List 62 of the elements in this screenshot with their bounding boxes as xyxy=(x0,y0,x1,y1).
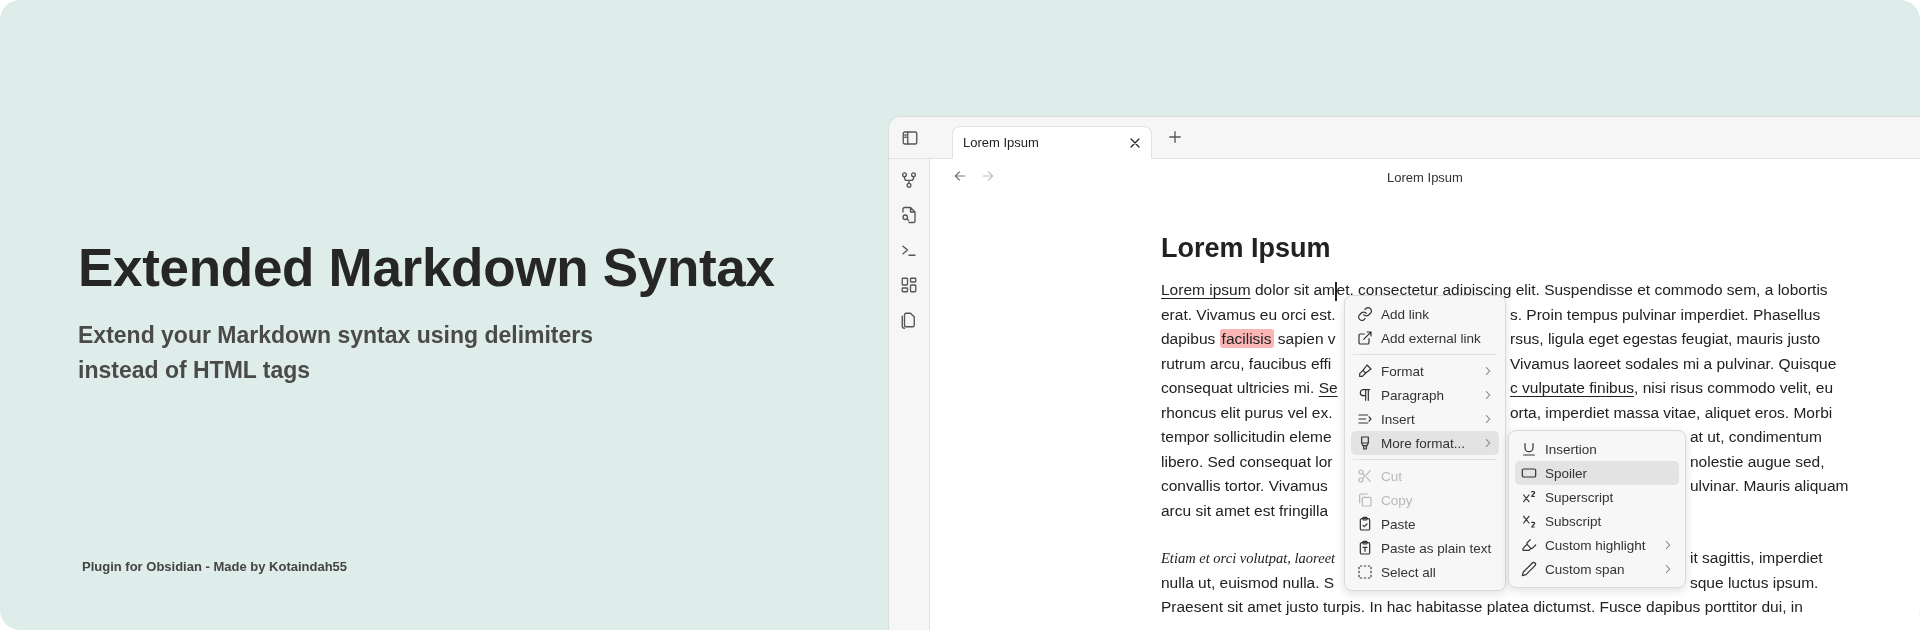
clipboard-check-icon xyxy=(1357,516,1373,533)
pilcrow-icon xyxy=(1357,387,1373,404)
subscript-icon xyxy=(1521,513,1537,530)
copy-icon xyxy=(1357,492,1373,509)
file-search-icon[interactable] xyxy=(900,206,918,224)
body-text: sque luctus ipsum. xyxy=(1690,572,1819,593)
menu-item[interactable]: Custom span xyxy=(1515,557,1679,582)
menu-item[interactable]: Paste as plain text xyxy=(1351,536,1499,561)
body-text: libero. Sed consequat lor xyxy=(1161,451,1333,472)
grid-icon[interactable] xyxy=(900,276,918,294)
highlighter-icon xyxy=(1521,537,1537,554)
body-text: it sagittis, imperdiet xyxy=(1690,548,1823,569)
graph-icon[interactable] xyxy=(900,171,918,189)
body-text: convallis tortor. Vivamus xyxy=(1161,476,1328,497)
menu-item[interactable]: Custom highlight xyxy=(1515,533,1679,558)
body-text: Vivamus laoreet sodales mi a pulvinar. Quisque xyxy=(1510,353,1837,374)
body-text: rutrum arcu, faucibus effi xyxy=(1161,353,1332,374)
body-text: Praesent sit amet justo turpis. In hac habitasse platea dictumst. Fusce dapibus porttitor dui, in xyxy=(1161,597,1803,618)
body-text: c vulputate finibus, nisi risus commodo velit, eu xyxy=(1510,378,1834,399)
plus-icon[interactable] xyxy=(1166,128,1184,146)
brush-icon xyxy=(1357,363,1373,380)
body-text: arcu sit amet est fringilla xyxy=(1161,500,1329,521)
menu-item[interactable]: Superscript xyxy=(1515,485,1679,510)
menu-item[interactable]: Add external link xyxy=(1351,326,1499,351)
copy-icon[interactable] xyxy=(900,311,918,329)
body-text: tempor sollicitudin eleme xyxy=(1161,427,1332,448)
body-text: erat. Vivamus eu orci est. xyxy=(1161,304,1336,325)
menu-item[interactable]: Select all xyxy=(1351,560,1499,585)
clipboard-type-icon xyxy=(1357,540,1373,557)
banner-subtitle: Extend your Markdown syntax using delimiters instead of HTML tags xyxy=(78,320,595,386)
underline-icon xyxy=(1521,441,1537,458)
tab[interactable]: Lorem Ipsum xyxy=(952,126,1152,159)
body-text: consequat ultricies mi. Se xyxy=(1161,378,1338,399)
link-icon xyxy=(1357,306,1373,323)
menu-item[interactable]: Insertion xyxy=(1515,437,1679,462)
menu-item[interactable]: Insert xyxy=(1351,407,1499,432)
menu-item[interactable]: Add link xyxy=(1351,302,1499,327)
document-heading: Lorem Ipsum xyxy=(1161,232,1331,265)
menu-item[interactable]: Format xyxy=(1351,359,1499,384)
menu-item[interactable]: Paragraph xyxy=(1351,383,1499,408)
banner-footer: Plugin for Obsidian - Made by Kotaindah55 xyxy=(78,559,889,574)
body-text: Etiam et orci volutpat, laoreet xyxy=(1161,549,1336,569)
scissors-icon xyxy=(1357,468,1373,485)
body-text: dapibus facilisis sapien v xyxy=(1161,329,1336,350)
body-text: nolestie augue sed, xyxy=(1690,451,1825,472)
banner-title: Extended Markdown Syntax xyxy=(78,237,776,299)
body-text: at ut, condimentum xyxy=(1690,427,1822,448)
menu-item[interactable]: Paste xyxy=(1351,512,1499,537)
body-text: Lorem ipsum dolor sit amet, consectetur adipiscing elit. Suspendisse et commodo sem, a lobortis xyxy=(1161,280,1828,301)
menu-item[interactable]: More format... xyxy=(1351,431,1499,456)
body-text: rhoncus elit purus vel ex. xyxy=(1161,402,1333,423)
body-text: s. Proin tempus pulvinar imperdiet. Phasellus xyxy=(1510,304,1821,325)
pen-icon xyxy=(1521,561,1537,578)
menu-item[interactable]: Subscript xyxy=(1515,509,1679,534)
body-text: ulvinar. Mauris aliquam xyxy=(1690,476,1849,497)
view-title: Lorem Ipsum xyxy=(1387,170,1463,185)
body-text: rsus, ligula eget egestas feugiat, mauris justo xyxy=(1510,329,1821,350)
sidebar-toggle-icon[interactable] xyxy=(901,128,919,147)
external-link-icon xyxy=(1357,330,1373,347)
menu-item[interactable]: Spoiler xyxy=(1515,461,1679,486)
body-text: orta, imperdiet massa vitae, aliquet eros. Morbi xyxy=(1510,402,1833,423)
body-text: nulla ut, euismod nulla. S xyxy=(1161,572,1335,593)
